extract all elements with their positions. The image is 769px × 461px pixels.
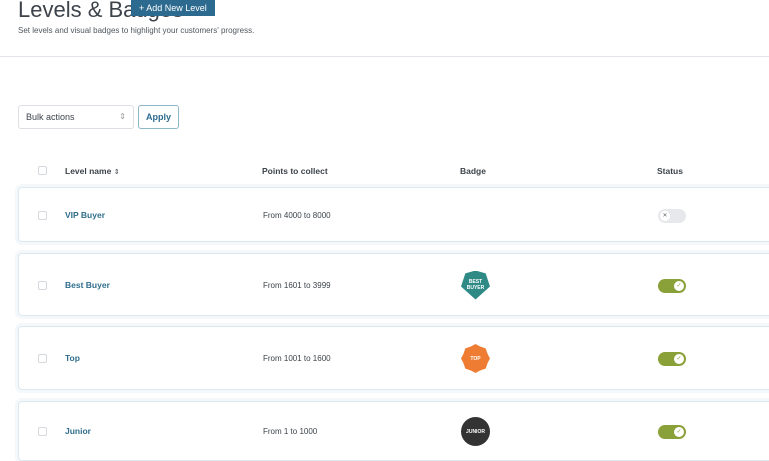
table-row: Best Buyer From 1601 to 3999 BEST BUYER ✓ (18, 253, 769, 316)
bulk-actions-select[interactable]: Bulk actions ⇕ (18, 105, 134, 129)
chevron-updown-icon: ⇕ (119, 112, 126, 121)
sort-icon: ⇕ (113, 169, 120, 176)
status-toggle[interactable]: ✕ (658, 208, 686, 223)
points-range: From 4000 to 8000 (263, 210, 331, 220)
table-row: Top From 1001 to 1600 TOP ✓ (18, 326, 769, 390)
column-header-status: Status (657, 166, 683, 176)
row-checkbox[interactable] (38, 280, 47, 290)
level-name-link[interactable]: Top (65, 353, 80, 363)
check-icon: ✓ (674, 280, 684, 291)
column-header-points: Points to collect (262, 166, 328, 176)
row-checkbox[interactable] (38, 427, 47, 436)
badge-text: BEST BUYER (466, 279, 485, 291)
bulk-actions-label: Bulk actions (26, 112, 75, 122)
level-badge: JUNIOR (461, 417, 490, 446)
add-new-level-button[interactable]: + Add New Level (131, 0, 215, 16)
points-range: From 1001 to 1600 (263, 354, 331, 363)
check-icon: ✓ (674, 427, 684, 437)
level-name-link[interactable]: Best Buyer (65, 280, 110, 290)
level-name-link[interactable]: VIP Buyer (65, 210, 105, 220)
points-range: From 1 to 1000 (263, 427, 318, 436)
table-row: VIP Buyer From 4000 to 8000 ✕ (18, 187, 769, 242)
x-icon: ✕ (660, 210, 670, 221)
level-badge: TOP (461, 344, 490, 373)
status-toggle[interactable]: ✓ (658, 425, 686, 439)
table-row: Junior From 1 to 1000 JUNIOR ✓ (18, 401, 769, 461)
points-range: From 1601 to 3999 (263, 280, 331, 290)
column-header-level-name[interactable]: Level name ⇕ (65, 166, 120, 176)
row-checkbox[interactable] (38, 354, 47, 363)
level-name-link[interactable]: Junior (65, 426, 91, 436)
select-all-checkbox[interactable] (38, 166, 47, 175)
page-subtitle: Set levels and visual badges to highligh… (18, 26, 255, 35)
divider (0, 56, 769, 57)
row-checkbox[interactable] (38, 210, 47, 220)
column-header-badge: Badge (460, 166, 486, 176)
badge-text: TOP (470, 355, 481, 362)
apply-button[interactable]: Apply (138, 105, 179, 129)
status-toggle[interactable]: ✓ (658, 278, 686, 293)
column-label: Level name (65, 166, 112, 176)
check-icon: ✓ (674, 354, 684, 364)
level-badge: BEST BUYER (461, 270, 490, 300)
badge-text: JUNIOR (466, 428, 485, 435)
status-toggle[interactable]: ✓ (658, 352, 686, 366)
